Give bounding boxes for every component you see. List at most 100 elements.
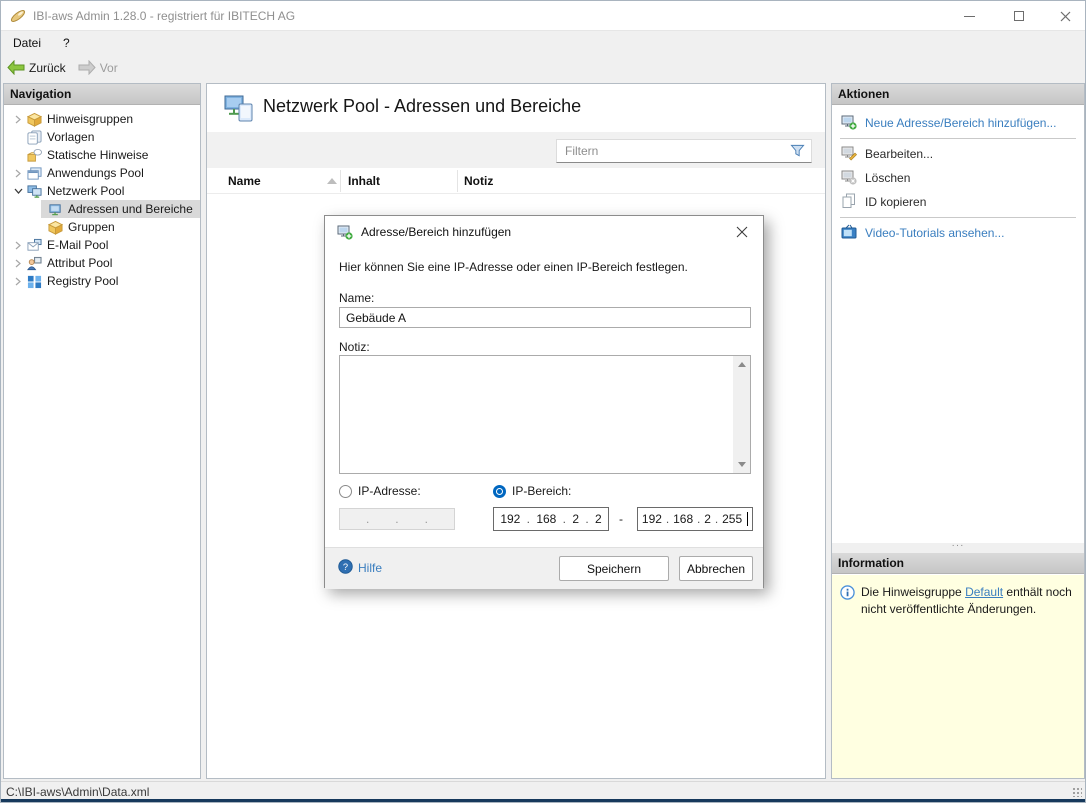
sidebar-item-adressen-und-bereiche[interactable]: Adressen und Bereiche	[41, 200, 200, 218]
sidebar-item-email-pool[interactable]: E-Mail Pool	[4, 236, 200, 254]
sidebar-item-anwendungs-pool[interactable]: Anwendungs Pool	[4, 164, 200, 182]
scrollbar[interactable]	[733, 356, 750, 473]
column-divider[interactable]	[340, 170, 341, 192]
taskbar-sliver	[1, 799, 1085, 803]
back-button[interactable]: Zurück	[1, 57, 72, 78]
ip-address-radio-group[interactable]: IP-Adresse:	[339, 484, 421, 498]
menu-file[interactable]: Datei	[3, 33, 51, 53]
information-header: Information	[832, 553, 1084, 574]
chevron-down-icon[interactable]	[12, 187, 24, 195]
ip-address-radio[interactable]	[339, 485, 352, 498]
scroll-up-icon[interactable]	[733, 356, 750, 373]
filter-funnel-icon[interactable]	[790, 144, 805, 161]
title-bar: IBI-aws Admin 1.28.0 - registriert für I…	[1, 1, 1085, 31]
back-label: Zurück	[29, 61, 66, 75]
ip-range-radio[interactable]	[493, 485, 506, 498]
information-body: Die Hinweisgruppe Default enthält noch n…	[832, 575, 1084, 778]
ip-octet: 192	[500, 512, 520, 526]
column-header-notiz[interactable]: Notiz	[464, 174, 493, 188]
app-window: IBI-aws Admin 1.28.0 - registriert für I…	[0, 0, 1086, 803]
actions-list: Neue Adresse/Bereich hinzufügen... Bearb…	[832, 105, 1084, 245]
ip-separator: .	[366, 512, 369, 526]
dialog-close-button[interactable]	[731, 222, 753, 242]
forward-label: Vor	[100, 61, 118, 75]
page-title: Netzwerk Pool - Adressen und Bereiche	[263, 96, 581, 117]
ip-separator: .	[666, 512, 669, 526]
forward-arrow-icon	[78, 60, 96, 75]
column-header-inhalt[interactable]: Inhalt	[348, 174, 380, 188]
panel-splitter[interactable]: ···	[832, 543, 1084, 553]
filter-input-wrapper	[556, 139, 812, 163]
monitor-icon	[47, 201, 63, 217]
ip-range-start-field[interactable]: 192. 168. 2. 2	[493, 507, 609, 531]
close-button[interactable]	[1045, 1, 1085, 31]
chevron-right-icon[interactable]	[12, 169, 24, 178]
save-button[interactable]: Speichern	[559, 556, 669, 581]
ip-range-radio-group[interactable]: IP-Bereich:	[493, 484, 571, 498]
navigation-panel: Navigation Hinweisgruppen Vorlagen Stati…	[3, 83, 201, 779]
action-video-tutorials[interactable]: Video-Tutorials ansehen...	[832, 221, 1084, 245]
ip-separator: .	[395, 512, 398, 526]
sidebar-item-gruppen[interactable]: Gruppen	[41, 218, 200, 236]
note-textarea[interactable]	[339, 355, 751, 474]
close-icon	[736, 226, 748, 238]
ip-range-end-field[interactable]: 192. 168. 2. 255	[637, 507, 753, 531]
chevron-right-icon[interactable]	[12, 115, 24, 124]
monitor-edit-icon	[841, 145, 857, 164]
table-header: Name Inhalt Notiz	[207, 168, 825, 194]
resize-grip[interactable]	[1072, 787, 1082, 797]
chevron-right-icon[interactable]	[12, 259, 24, 268]
dialog-title: Adresse/Bereich hinzufügen	[361, 225, 511, 239]
name-field[interactable]	[339, 307, 751, 328]
sidebar-item-attribut-pool[interactable]: Attribut Pool	[4, 254, 200, 272]
filter-input[interactable]	[565, 142, 780, 160]
column-header-name[interactable]: Name	[228, 174, 261, 188]
ip-octet: 2	[704, 512, 711, 526]
action-delete[interactable]: Löschen	[832, 166, 1084, 190]
sidebar-item-label: Attribut Pool	[47, 256, 112, 270]
network-pool-icon	[26, 183, 42, 199]
status-bar: C:\IBI-aws\Admin\Data.xml	[1, 781, 1085, 799]
column-divider[interactable]	[457, 170, 458, 192]
sidebar-item-hinweisgruppen[interactable]: Hinweisgruppen	[4, 110, 200, 128]
sidebar-item-label: Statische Hinweise	[47, 148, 148, 162]
back-arrow-icon	[7, 60, 25, 75]
maximize-button[interactable]	[999, 1, 1039, 31]
svg-text:?: ?	[343, 562, 348, 572]
minimize-button[interactable]	[949, 1, 989, 31]
navigation-tree: Hinweisgruppen Vorlagen Statische Hinwei…	[4, 105, 200, 290]
actions-panel: Aktionen Neue Adresse/Bereich hinzufügen…	[831, 83, 1085, 779]
minimize-icon	[964, 16, 975, 17]
help-link[interactable]: ? Hilfe	[338, 559, 382, 577]
add-address-dialog: Adresse/Bereich hinzufügen Hier können S…	[324, 215, 764, 588]
action-copy-id[interactable]: ID kopieren	[832, 190, 1084, 214]
sidebar-item-vorlagen[interactable]: Vorlagen	[4, 128, 200, 146]
information-message: Die Hinweisgruppe Default enthält noch n…	[861, 584, 1076, 619]
action-add-address[interactable]: Neue Adresse/Bereich hinzufügen...	[832, 111, 1084, 135]
chevron-right-icon[interactable]	[12, 241, 24, 250]
chevron-right-icon[interactable]	[12, 277, 24, 286]
sidebar-item-registry-pool[interactable]: Registry Pool	[4, 272, 200, 290]
applications-icon	[26, 165, 42, 181]
dialog-instruction: Hier können Sie eine IP-Adresse oder ein…	[339, 260, 688, 274]
filter-row	[207, 132, 825, 168]
range-dash: -	[619, 512, 623, 526]
sidebar-item-netzwerk-pool[interactable]: Netzwerk Pool	[4, 182, 200, 200]
scroll-down-icon[interactable]	[733, 456, 750, 473]
note-label: Notiz:	[339, 340, 370, 354]
action-edit[interactable]: Bearbeiten...	[832, 142, 1084, 166]
menu-help[interactable]: ?	[53, 33, 80, 53]
default-group-link[interactable]: Default	[965, 585, 1003, 599]
sidebar-item-statische-hinweise[interactable]: Statische Hinweise	[4, 146, 200, 164]
network-pool-large-icon	[223, 93, 255, 128]
forward-button[interactable]: Vor	[72, 57, 124, 78]
cancel-button[interactable]: Abbrechen	[679, 556, 753, 581]
ip-range-label: IP-Bereich:	[512, 484, 571, 498]
splitter-dots: ···	[952, 540, 965, 551]
ip-octet: 2	[572, 512, 579, 526]
actions-divider	[840, 138, 1076, 139]
ip-octet: 192	[642, 512, 662, 526]
monitor-add-icon	[841, 114, 857, 133]
close-icon	[1060, 11, 1071, 22]
copy-icon	[841, 193, 857, 212]
